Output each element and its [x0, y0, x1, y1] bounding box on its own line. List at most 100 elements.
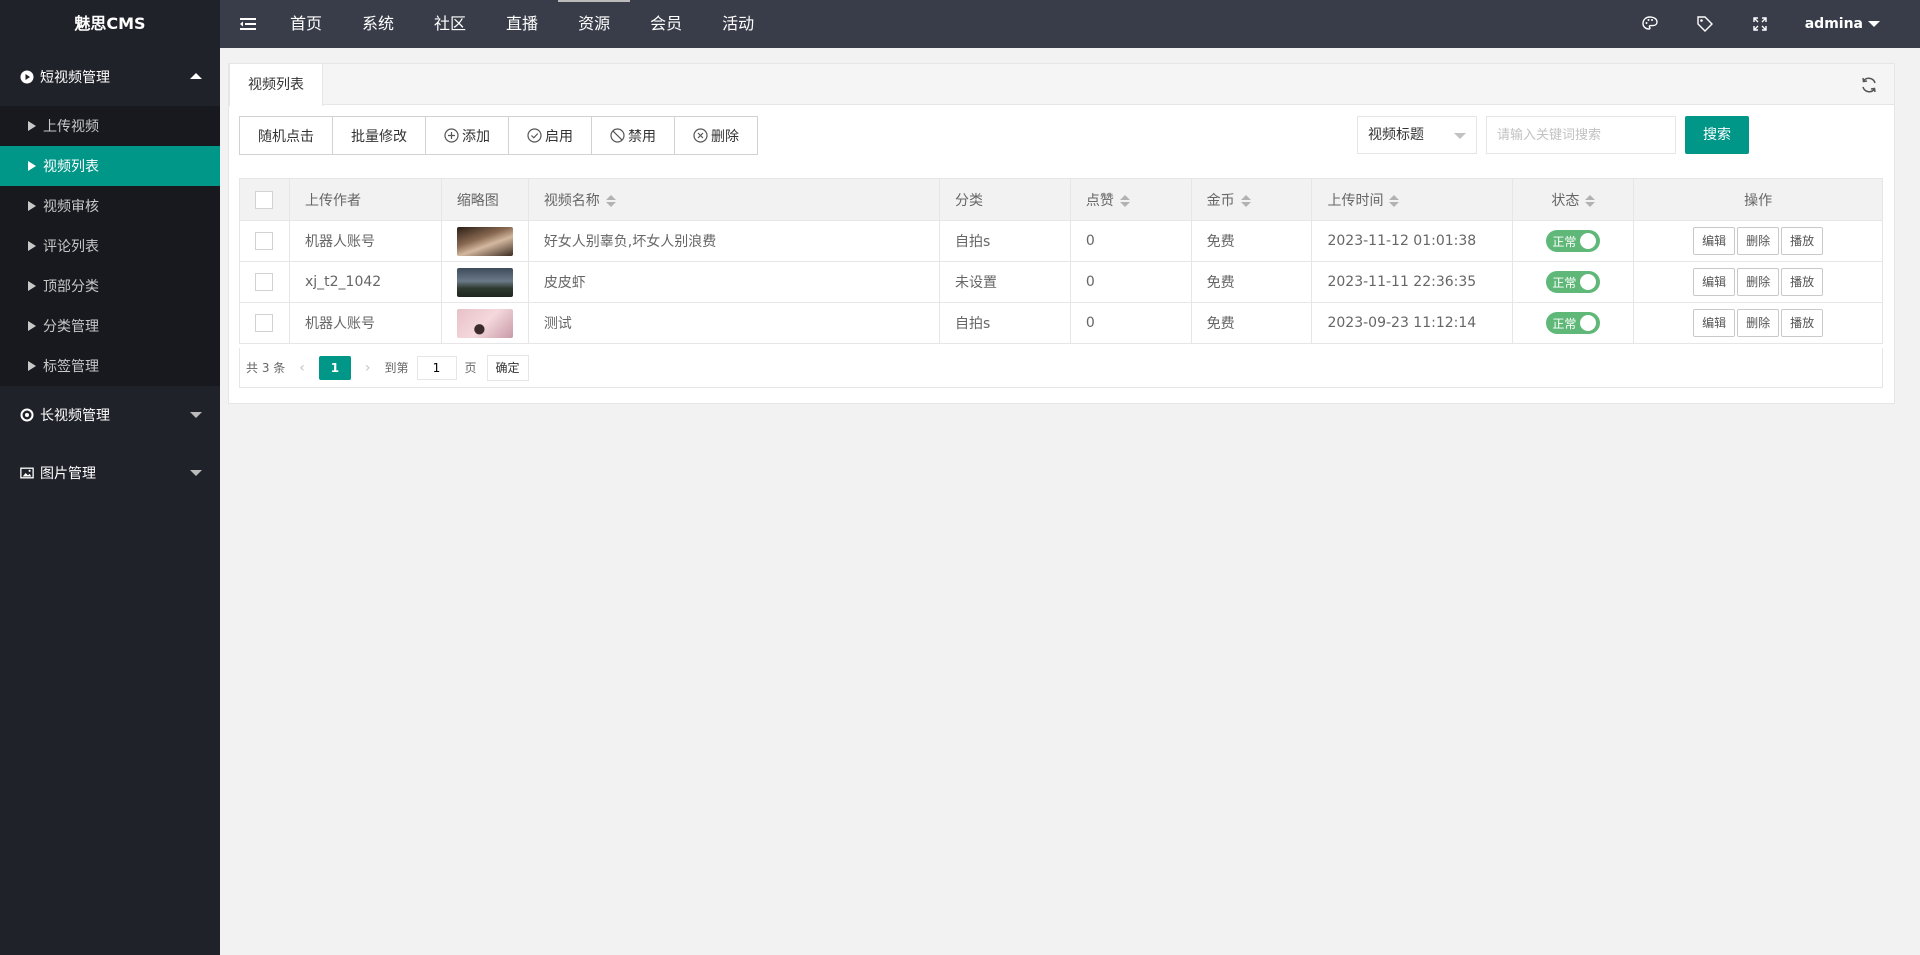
col-status[interactable]: 状态	[1512, 178, 1635, 221]
enable-button[interactable]: 启用	[508, 116, 591, 155]
toggle-knob	[1580, 233, 1597, 249]
chevron-left-icon[interactable]: ‹	[299, 360, 305, 376]
cell-author: xj_t2_1042	[288, 261, 442, 303]
row-checkbox[interactable]	[255, 273, 274, 291]
edit-button[interactable]: 编辑	[1693, 309, 1736, 337]
video-thumbnail[interactable]	[456, 226, 513, 256]
cell-title: 测试	[527, 302, 941, 344]
sidebar-item-video-review[interactable]: 视频审核	[0, 186, 220, 226]
chevron-up-icon	[190, 73, 202, 79]
sort-icon[interactable]	[605, 194, 616, 207]
cell-category: 未设置	[939, 261, 1071, 303]
play-circle-icon	[20, 70, 34, 84]
sidebar-group-long-video[interactable]: 长视频管理	[0, 386, 220, 444]
triangle-right-icon	[28, 361, 36, 371]
col-coins[interactable]: 金币	[1190, 178, 1313, 221]
sidebar-item-top-category[interactable]: 顶部分类	[0, 266, 220, 306]
sidebar-item-video-list[interactable]: 视频列表	[0, 146, 220, 186]
add-button[interactable]: 添加	[425, 116, 508, 155]
tab-video-list[interactable]: 视频列表	[229, 64, 323, 106]
video-table: 上传作者 缩略图 视频名称 分类 点赞 金币 上传时间 状态 操作 机器人账号 …	[239, 178, 1883, 344]
row-checkbox-cell	[239, 302, 290, 344]
goto-page-input[interactable]	[416, 355, 457, 380]
sort-icon[interactable]	[1389, 194, 1400, 207]
refresh-icon[interactable]	[1860, 76, 1878, 94]
cell-status: 正常	[1512, 261, 1635, 303]
cell-actions: 编辑 删除 播放	[1633, 261, 1883, 303]
search-field-value: 视频标题	[1368, 127, 1424, 143]
row-checkbox[interactable]	[255, 232, 274, 250]
cell-thumbnail	[440, 220, 529, 262]
play-button[interactable]: 播放	[1781, 227, 1824, 255]
topnav-activity[interactable]: 活动	[702, 0, 774, 48]
app-logo[interactable]: 魅思CMS	[0, 0, 220, 48]
goto-confirm-button[interactable]: 确定	[486, 354, 529, 381]
topnav-community[interactable]: 社区	[414, 0, 486, 48]
sidebar-item-category-manage[interactable]: 分类管理	[0, 306, 220, 346]
random-click-button[interactable]: 随机点击	[239, 116, 332, 155]
cell-time: 2023-09-23 11:12:14	[1311, 302, 1514, 344]
row-checkbox[interactable]	[255, 314, 274, 332]
select-all-checkbox[interactable]	[255, 190, 274, 209]
cell-thumbnail	[440, 261, 529, 303]
edit-button[interactable]: 编辑	[1693, 227, 1736, 255]
row-delete-button[interactable]: 删除	[1737, 309, 1780, 337]
cell-thumbnail	[440, 302, 529, 344]
sidebar-group-short-video[interactable]: 短视频管理	[0, 48, 220, 106]
delete-button[interactable]: 删除	[674, 116, 758, 155]
row-delete-button[interactable]: 删除	[1737, 227, 1780, 255]
palette-icon[interactable]	[1640, 14, 1660, 34]
sidebar-item-comment-list[interactable]: 评论列表	[0, 226, 220, 266]
page-current[interactable]: 1	[318, 355, 351, 380]
status-toggle[interactable]: 正常	[1546, 230, 1601, 252]
cell-likes: 0	[1069, 302, 1192, 344]
col-likes[interactable]: 点赞	[1069, 178, 1192, 221]
triangle-right-icon	[28, 121, 36, 131]
row-delete-button[interactable]: 删除	[1737, 268, 1780, 296]
status-toggle[interactable]: 正常	[1546, 271, 1601, 293]
sidebar-group-image[interactable]: 图片管理	[0, 444, 220, 502]
enable-button-label: 启用	[545, 128, 573, 145]
user-menu[interactable]: admina	[1805, 16, 1880, 32]
col-title[interactable]: 视频名称	[527, 178, 941, 221]
col-upload-time[interactable]: 上传时间	[1311, 178, 1514, 221]
cell-likes: 0	[1069, 261, 1192, 303]
menu-toggle-icon[interactable]	[240, 16, 256, 32]
fullscreen-icon[interactable]	[1750, 14, 1770, 34]
sidebar-item-label: 上传视频	[43, 119, 99, 135]
sort-icon[interactable]	[1585, 194, 1596, 207]
caret-down-icon	[1868, 21, 1880, 27]
close-circle-icon	[693, 128, 708, 143]
page-unit-label: 页	[464, 361, 477, 375]
search-input[interactable]	[1486, 116, 1676, 154]
play-button[interactable]: 播放	[1781, 309, 1824, 337]
top-header: 首页 系统 社区 直播 资源 会员 活动 admina	[220, 0, 1920, 48]
cell-actions: 编辑 删除 播放	[1633, 220, 1883, 262]
search-button[interactable]: 搜索	[1685, 116, 1749, 154]
chevron-right-icon[interactable]: ›	[365, 360, 371, 376]
sort-icon[interactable]	[1240, 194, 1251, 207]
topnav-resources[interactable]: 资源	[558, 0, 631, 48]
disable-button[interactable]: 禁用	[591, 116, 674, 155]
chevron-down-icon	[1454, 133, 1466, 139]
sidebar-item-upload-video[interactable]: 上传视频	[0, 106, 220, 146]
play-button[interactable]: 播放	[1781, 268, 1824, 296]
tag-icon[interactable]	[1695, 14, 1715, 34]
add-button-label: 添加	[462, 128, 490, 145]
sidebar-item-tag-manage[interactable]: 标签管理	[0, 346, 220, 386]
topnav-home[interactable]: 首页	[270, 0, 342, 48]
batch-edit-button[interactable]: 批量修改	[332, 116, 425, 155]
topnav-system[interactable]: 系统	[342, 0, 414, 48]
sidebar-item-label: 评论列表	[43, 239, 99, 255]
search-field-select[interactable]: 视频标题	[1357, 116, 1477, 154]
table-row: xj_t2_1042 皮皮虾 未设置 0 免费 2023-11-11 22:36…	[239, 261, 1883, 303]
video-thumbnail[interactable]	[456, 267, 513, 297]
status-toggle[interactable]: 正常	[1546, 312, 1601, 334]
edit-button[interactable]: 编辑	[1693, 268, 1736, 296]
sort-icon[interactable]	[1119, 194, 1130, 207]
cell-title: 皮皮虾	[527, 261, 941, 303]
topnav-live[interactable]: 直播	[486, 0, 558, 48]
main-panel: 视频列表 随机点击 批量修改 添加 启用 禁用 删除 视频标题 搜索	[228, 63, 1895, 404]
video-thumbnail[interactable]	[456, 308, 513, 338]
topnav-members[interactable]: 会员	[630, 0, 702, 48]
